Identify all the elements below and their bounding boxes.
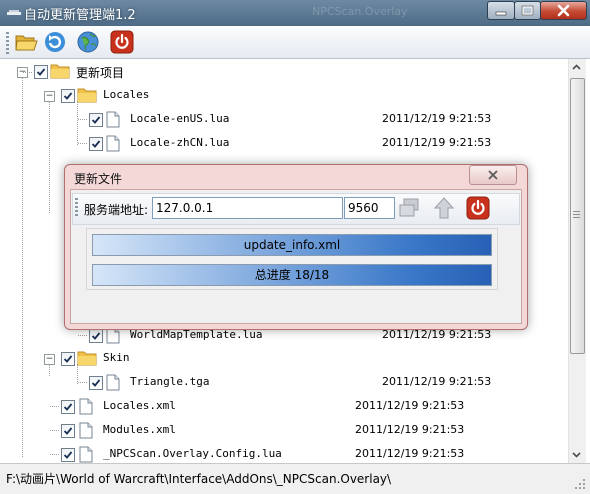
maximize-button[interactable] — [514, 1, 541, 20]
tree-node-file[interactable]: Locale-zhCN.lua 2011/12/19 9:21:53 — [0, 134, 560, 154]
server-port-input[interactable] — [344, 197, 395, 219]
tree-guide — [78, 335, 87, 336]
toolbar-grip — [75, 198, 78, 218]
upload-arrow-icon[interactable] — [432, 196, 456, 220]
tree-guide — [50, 454, 59, 455]
title-ghost-text: NPCScan.Overlay — [312, 5, 408, 18]
checkbox[interactable] — [89, 113, 103, 127]
server-address-label: 服务端地址: — [84, 203, 149, 217]
minimize-icon — [495, 11, 507, 16]
file-icon — [79, 398, 93, 415]
tree-node-file[interactable]: Locale-enUS.lua 2011/12/19 9:21:53 — [0, 110, 560, 130]
window-title: 自动更新管理端1.2 — [24, 8, 136, 23]
file-date: 2011/12/19 9:21:53 — [382, 375, 492, 388]
checkbox[interactable] — [61, 448, 75, 462]
dialog-close-button[interactable] — [469, 165, 517, 185]
folder-icon — [50, 64, 70, 79]
tree-label: Modules.xml — [103, 423, 176, 436]
tree-guide — [50, 430, 59, 431]
dialog-title: 更新文件 — [74, 172, 123, 186]
app-icon — [7, 10, 21, 15]
checkbox[interactable] — [89, 137, 103, 151]
file-date: 2011/12/19 9:21:53 — [355, 399, 465, 412]
scroll-up-arrow-icon[interactable] — [568, 59, 585, 76]
tree-label: Locales — [103, 88, 150, 101]
status-path: F:\动画片\World of Warcraft\Interface\AddOn… — [6, 472, 392, 486]
folder-icon — [77, 351, 97, 366]
file-icon — [106, 111, 120, 128]
file-progress-bar: update_info.xml — [92, 234, 492, 256]
tree-guide — [50, 406, 59, 407]
tree-label: 更新项目 — [76, 66, 125, 80]
total-progress-bar: 总进度 18/18 — [92, 264, 492, 286]
tree-label: Locale-zhCN.lua — [130, 136, 230, 149]
tree-node-file[interactable]: Triangle.tga 2011/12/19 9:21:53 — [0, 373, 560, 393]
file-icon — [79, 446, 93, 463]
tree-label: _NPCScan.Overlay.Config.lua — [103, 447, 282, 460]
globe-icon[interactable] — [76, 30, 100, 54]
tree-label: Skin — [103, 351, 130, 364]
power-icon[interactable] — [110, 30, 134, 54]
server-address-input[interactable] — [152, 197, 343, 219]
close-button[interactable] — [540, 1, 587, 20]
file-icon — [79, 422, 93, 439]
minimize-button[interactable] — [487, 1, 515, 20]
checkbox[interactable] — [61, 424, 75, 438]
checkbox[interactable] — [61, 400, 75, 414]
refresh-icon[interactable] — [43, 30, 67, 54]
scroll-down-arrow-icon[interactable] — [568, 446, 585, 463]
file-date: 2011/12/19 9:21:53 — [355, 447, 465, 460]
tree-label: Locale-enUS.lua — [130, 112, 230, 125]
tree-node-locales[interactable]: − Locales — [0, 86, 560, 106]
file-icon — [106, 374, 120, 391]
checkbox[interactable] — [89, 376, 103, 390]
file-date: 2011/12/19 9:21:53 — [382, 136, 492, 149]
close-icon — [557, 4, 570, 17]
toolbar-grip — [6, 32, 9, 54]
power-icon[interactable] — [466, 196, 490, 220]
tree-node-file[interactable]: Locales.xml 2011/12/19 9:21:53 — [0, 397, 560, 417]
checkbox[interactable] — [34, 65, 48, 79]
collapse-toggle[interactable]: − — [44, 91, 55, 102]
tree-guide — [78, 119, 87, 120]
maximize-icon — [521, 5, 534, 16]
tree-node-file[interactable]: _NPCScan.Overlay.Config.lua 2011/12/19 9… — [0, 445, 560, 463]
tree-node-skin[interactable]: − Skin — [0, 349, 560, 369]
file-date: 2011/12/19 9:21:53 — [382, 112, 492, 125]
file-date: 2011/12/19 9:21:53 — [355, 423, 465, 436]
close-icon — [488, 170, 498, 180]
tree-guide — [78, 143, 87, 144]
total-progress-text: 总进度 18/18 — [254, 268, 330, 282]
connect-icon[interactable] — [397, 196, 421, 220]
folder-open-icon[interactable] — [14, 30, 38, 54]
scroll-grip — [573, 211, 580, 219]
folder-icon — [77, 88, 97, 103]
tree-node-file[interactable]: Modules.xml 2011/12/19 9:21:53 — [0, 421, 560, 441]
checkbox[interactable] — [61, 89, 75, 103]
tree-guide — [23, 72, 32, 73]
tree-guide — [78, 382, 87, 383]
checkbox[interactable] — [89, 329, 103, 343]
size-grip-icon[interactable] — [574, 478, 586, 490]
collapse-toggle[interactable]: − — [44, 354, 55, 365]
tree-label: Locales.xml — [103, 399, 176, 412]
tree-node-root[interactable]: − 更新项目 — [0, 62, 560, 82]
tree-label: Triangle.tga — [130, 375, 210, 388]
file-progress-text: update_info.xml — [243, 238, 341, 252]
checkbox[interactable] — [61, 352, 75, 366]
file-icon — [106, 135, 120, 152]
